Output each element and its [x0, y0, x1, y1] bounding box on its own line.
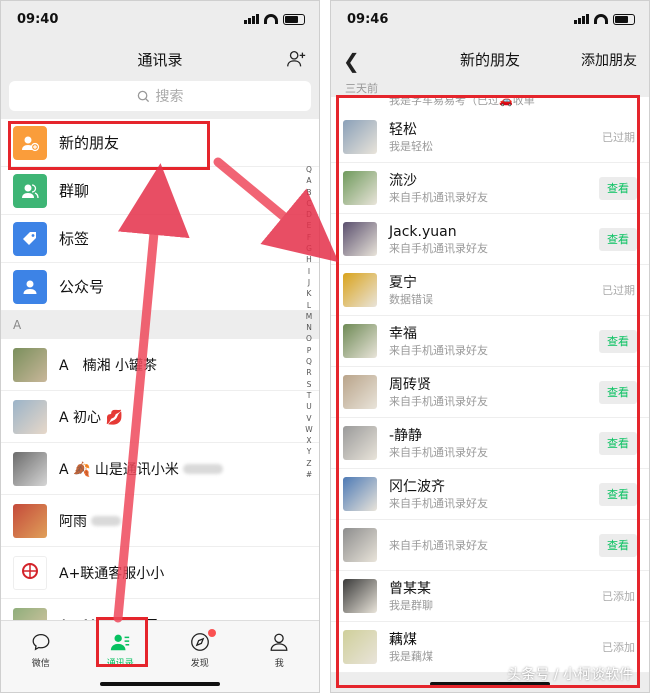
annotation-arrows [113, 157, 339, 623]
arrow-right [213, 157, 339, 263]
arrow-up [113, 163, 190, 623]
